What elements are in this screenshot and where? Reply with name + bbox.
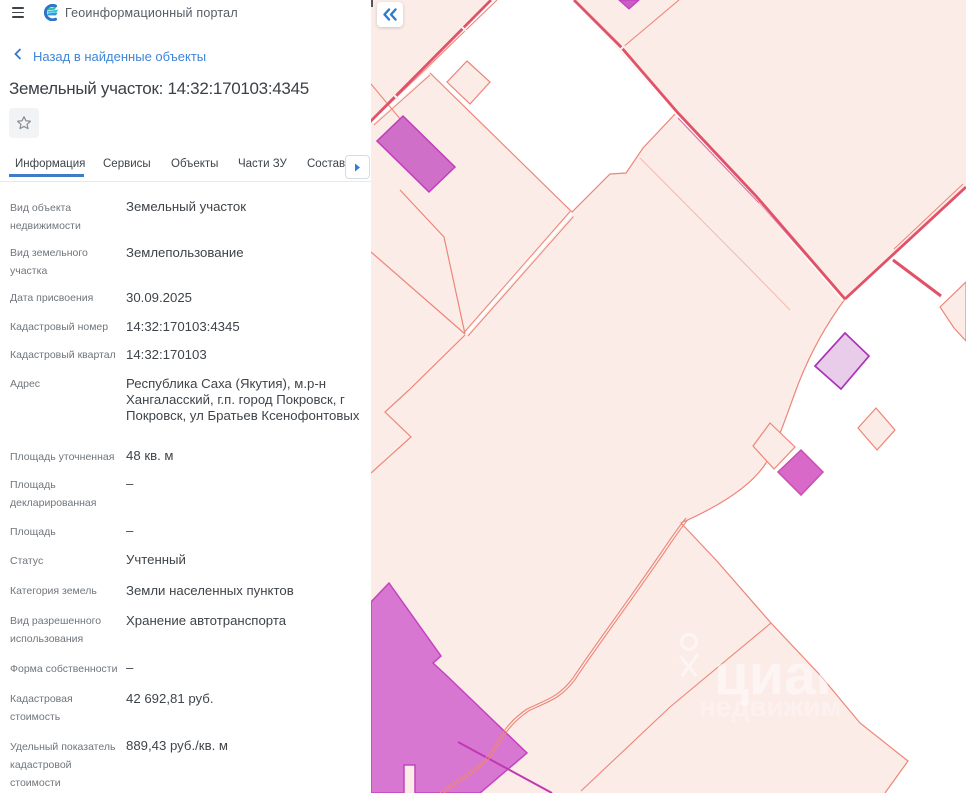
svg-text:недвижим: недвижим [699,691,841,722]
